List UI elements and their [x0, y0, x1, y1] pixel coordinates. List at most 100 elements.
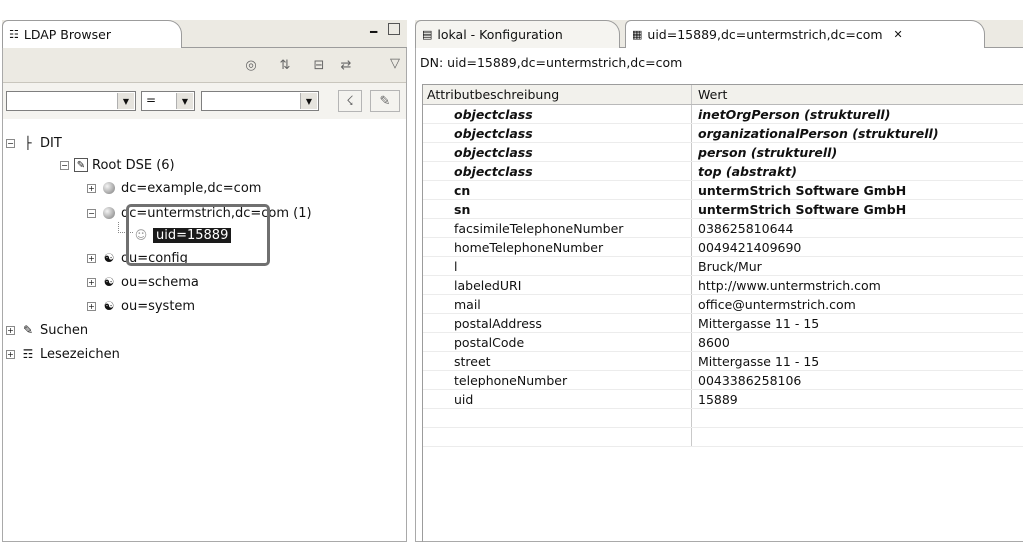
operator-combo[interactable]: = ▼: [141, 91, 195, 111]
tree-item-schema[interactable]: + ☯ ou=schema: [87, 273, 199, 291]
tab-ldap-browser[interactable]: ☷ LDAP Browser: [2, 20, 182, 48]
attribute-cell[interactable]: objectclass: [423, 161, 692, 181]
value-cell[interactable]: inetOrgPerson (strukturell): [691, 104, 1023, 124]
tree-label-example: dc=example,dc=com: [121, 180, 262, 196]
table-row[interactable]: objectclass organizationalPerson (struktu…: [423, 123, 1023, 143]
close-icon[interactable]: ✕: [894, 28, 903, 41]
tree-item-bookmarks[interactable]: + ☶ Lesezeichen: [6, 345, 120, 363]
expand-icon[interactable]: +: [6, 349, 15, 359]
table-row[interactable]: homeTelephoneNumber 0049421409690: [423, 237, 1023, 257]
table-row[interactable]: street Mittergasse 11 - 15: [423, 351, 1023, 371]
attribute-cell[interactable]: homeTelephoneNumber: [423, 237, 692, 257]
chevron-down-icon[interactable]: ▼: [117, 93, 134, 109]
attribute-table: Attributbeschreibung Wert objectclass ine…: [423, 85, 1023, 447]
tree-item-root-dse[interactable]: − ✎ Root DSE (6): [60, 156, 175, 174]
table-row[interactable]: sn untermStrich Software GmbH: [423, 199, 1023, 219]
attribute-cell[interactable]: labeledURI: [423, 275, 692, 295]
value-cell[interactable]: Bruck/Mur: [691, 256, 1023, 276]
table-row[interactable]: cn untermStrich Software GmbH: [423, 180, 1023, 200]
value-cell[interactable]: 15889: [691, 389, 1023, 409]
tree-item-system[interactable]: + ☯ ou=system: [87, 297, 195, 315]
tree-item-dit[interactable]: − ├ DIT: [6, 134, 62, 152]
attribute-cell[interactable]: mail: [423, 294, 692, 314]
clear-filter-icon[interactable]: ✎: [370, 90, 400, 112]
attribute-cell[interactable]: sn: [423, 199, 692, 219]
attribute-combo[interactable]: ▼: [6, 91, 136, 111]
table-row[interactable]: postalCode 8600: [423, 332, 1023, 352]
collapse-icon[interactable]: −: [87, 208, 96, 218]
table-row[interactable]: objectclass person (strukturell): [423, 142, 1023, 162]
collapse-all-icon[interactable]: ⊟: [308, 54, 330, 76]
value-cell[interactable]: http://www.untermstrich.com: [691, 275, 1023, 295]
link-with-editor-icon[interactable]: ⇄: [335, 54, 357, 76]
attribute-cell[interactable]: street: [423, 351, 692, 371]
tree-label-system: ou=system: [121, 298, 196, 314]
attribute-cell[interactable]: telephoneNumber: [423, 370, 692, 390]
table-row[interactable]: labeledURI http://www.untermstrich.com: [423, 275, 1023, 295]
table-row[interactable]: mail office@untermstrich.com: [423, 294, 1023, 314]
chevron-down-icon[interactable]: ▼: [300, 93, 317, 109]
link-icon[interactable]: ⇅: [274, 54, 296, 76]
expand-icon[interactable]: +: [87, 277, 96, 287]
filter-bar: ▼ = ▼ ▼ ☇ ✎: [3, 83, 406, 119]
table-row[interactable]: postalAddress Mittergasse 11 - 15: [423, 313, 1023, 333]
value-cell[interactable]: [691, 427, 1023, 447]
tree-item-search[interactable]: + ✎ Suchen: [6, 321, 88, 339]
tab-entry-editor[interactable]: ▦ uid=15889,dc=untermstrich,dc=com ✕: [625, 20, 985, 48]
attribute-table-body: objectclass inetOrgPerson (strukturell) ob…: [423, 104, 1023, 447]
attribute-cell[interactable]: postalCode: [423, 332, 692, 352]
value-cell[interactable]: organizationalPerson (strukturell): [691, 123, 1023, 143]
tree-item-example[interactable]: + dc=example,dc=com: [87, 179, 261, 197]
table-row[interactable]: telephoneNumber 0043386258106: [423, 370, 1023, 390]
value-cell[interactable]: office@untermstrich.com: [691, 294, 1023, 314]
document-icon: ▤: [422, 28, 433, 41]
quick-search-icon[interactable]: ☇: [338, 90, 362, 112]
refresh-icon[interactable]: ◎: [240, 54, 262, 76]
expand-icon[interactable]: +: [87, 253, 96, 263]
value-combo[interactable]: ▼: [201, 91, 319, 111]
value-cell[interactable]: 8600: [691, 332, 1023, 352]
chevron-down-icon[interactable]: ▼: [176, 93, 193, 109]
attribute-cell[interactable]: cn: [423, 180, 692, 200]
expand-icon[interactable]: +: [6, 325, 15, 335]
value-cell[interactable]: [691, 408, 1023, 428]
table-row[interactable]: objectclass top (abstrakt): [423, 161, 1023, 181]
attribute-cell[interactable]: l: [423, 256, 692, 276]
column-header-value[interactable]: Wert: [691, 85, 1023, 105]
operator-combo-value: =: [146, 93, 157, 107]
minimize-icon[interactable]: ━: [370, 25, 377, 39]
value-cell[interactable]: untermStrich Software GmbH: [691, 180, 1023, 200]
collapse-icon[interactable]: −: [6, 138, 15, 148]
highlight-box: [126, 204, 270, 266]
table-row[interactable]: [423, 427, 1023, 447]
value-cell[interactable]: Mittergasse 11 - 15: [691, 351, 1023, 371]
table-row[interactable]: [423, 408, 1023, 428]
value-cell[interactable]: 038625810644: [691, 218, 1023, 238]
collapse-icon[interactable]: −: [60, 160, 69, 170]
attribute-cell[interactable]: facsimileTelephoneNumber: [423, 218, 692, 238]
attribute-cell[interactable]: [423, 427, 692, 447]
value-cell[interactable]: Mittergasse 11 - 15: [691, 313, 1023, 333]
value-cell[interactable]: person (strukturell): [691, 142, 1023, 162]
value-cell[interactable]: 0043386258106: [691, 370, 1023, 390]
table-row[interactable]: facsimileTelephoneNumber 038625810644: [423, 218, 1023, 238]
maximize-icon[interactable]: [388, 23, 400, 35]
globe-icon: [101, 180, 117, 196]
table-row[interactable]: uid 15889: [423, 389, 1023, 409]
attribute-cell[interactable]: objectclass: [423, 104, 692, 124]
table-row[interactable]: objectclass inetOrgPerson (strukturell): [423, 104, 1023, 124]
table-row[interactable]: l Bruck/Mur: [423, 256, 1023, 276]
attribute-cell[interactable]: objectclass: [423, 123, 692, 143]
attribute-cell[interactable]: postalAddress: [423, 313, 692, 333]
tab-lokal-konfiguration[interactable]: ▤ lokal - Konfiguration: [415, 20, 620, 48]
expand-icon[interactable]: +: [87, 183, 96, 193]
value-cell[interactable]: untermStrich Software GmbH: [691, 199, 1023, 219]
column-header-attribute[interactable]: Attributbeschreibung: [423, 85, 692, 105]
attribute-cell[interactable]: [423, 408, 692, 428]
expand-icon[interactable]: +: [87, 301, 96, 311]
attribute-cell[interactable]: uid: [423, 389, 692, 409]
view-menu-icon[interactable]: ▽: [384, 52, 406, 74]
attribute-cell[interactable]: objectclass: [423, 142, 692, 162]
value-cell[interactable]: 0049421409690: [691, 237, 1023, 257]
value-cell[interactable]: top (abstrakt): [691, 161, 1023, 181]
